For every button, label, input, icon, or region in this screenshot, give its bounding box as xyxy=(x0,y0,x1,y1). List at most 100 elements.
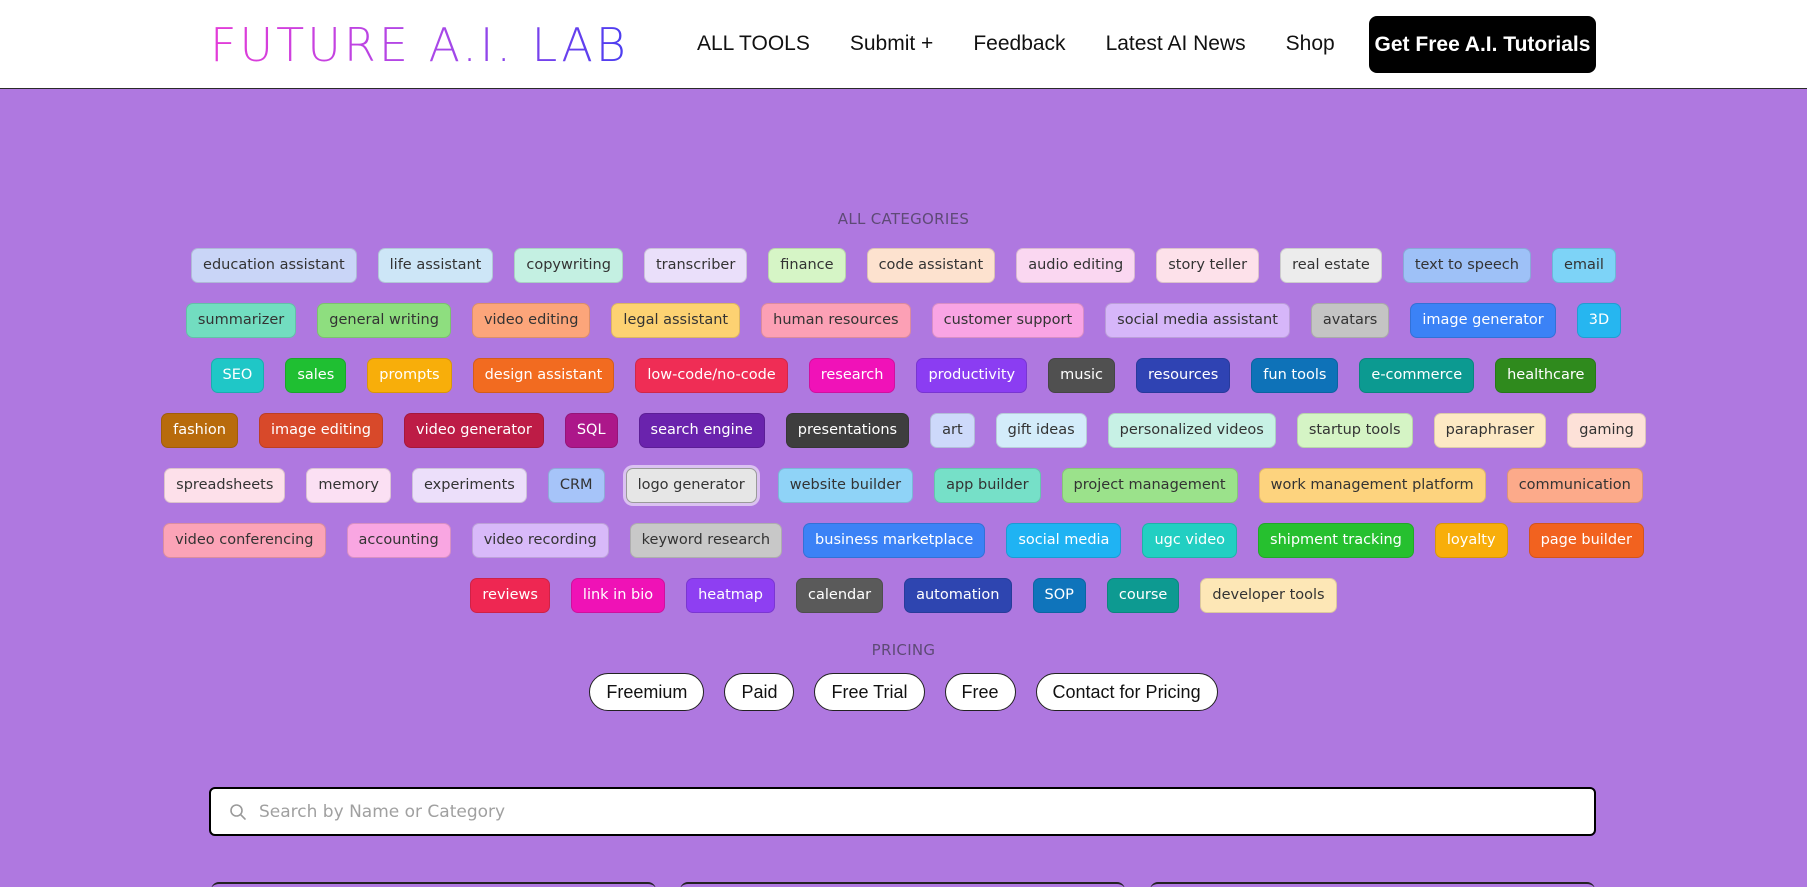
category-tag-design-assistant[interactable]: design assistant xyxy=(472,358,615,393)
category-tag-life-assistant[interactable]: life assistant xyxy=(377,248,494,283)
category-tag-finance[interactable]: finance xyxy=(768,248,846,283)
nav-latest-ai-news[interactable]: Latest AI News xyxy=(1106,27,1246,61)
category-row: fashion image editing video generator SQL se… xyxy=(161,413,1646,448)
category-tag-personalized-videos[interactable]: personalized videos xyxy=(1107,413,1276,448)
category-tag-3d[interactable]: 3D xyxy=(1576,303,1622,338)
category-tag-search-engine[interactable]: search engine xyxy=(638,413,765,448)
site-logo[interactable]: FUTURE A.I. LAB xyxy=(210,22,629,68)
category-tags: education assistant life assistant copywri… xyxy=(161,248,1646,613)
category-tag-reviews[interactable]: reviews xyxy=(470,578,550,613)
category-tag-text-to-speech[interactable]: text to speech xyxy=(1402,248,1531,283)
category-tag-work-management-platform[interactable]: work management platform xyxy=(1258,468,1486,503)
category-tag-avatars[interactable]: avatars xyxy=(1310,303,1390,338)
category-tag-fun-tools[interactable]: fun tools xyxy=(1251,358,1339,393)
category-tag-research[interactable]: research xyxy=(808,358,896,393)
site-header: FUTURE A.I. LAB ALL TOOLS Submit + Feedb… xyxy=(0,0,1807,89)
category-tag-resources[interactable]: resources xyxy=(1136,358,1231,393)
pricing-heading: PRICING xyxy=(871,641,936,659)
category-tag-story-teller[interactable]: story teller xyxy=(1156,248,1260,283)
category-tag-e-commerce[interactable]: e-commerce xyxy=(1359,358,1475,393)
category-tag-heatmap[interactable]: heatmap xyxy=(686,578,776,613)
category-tag-customer-support[interactable]: customer support xyxy=(931,303,1085,338)
category-tag-prompts[interactable]: prompts xyxy=(367,358,452,393)
category-tag-page-builder[interactable]: page builder xyxy=(1528,523,1644,558)
category-tag-social-media[interactable]: social media xyxy=(1006,523,1122,558)
search-input[interactable] xyxy=(259,791,1594,832)
category-tag-music[interactable]: music xyxy=(1048,358,1116,393)
category-tag-course[interactable]: course xyxy=(1106,578,1180,613)
category-tag-general-writing[interactable]: general writing xyxy=(317,303,451,338)
category-tag-experiments[interactable]: experiments xyxy=(412,468,527,503)
nav-feedback[interactable]: Feedback xyxy=(973,27,1065,61)
category-tag-calendar[interactable]: calendar xyxy=(796,578,884,613)
category-tag-video-recording[interactable]: video recording xyxy=(471,523,609,558)
category-row: reviews link in bio heatmap calendar automat… xyxy=(470,578,1337,613)
category-tag-fashion[interactable]: fashion xyxy=(161,413,238,448)
tool-card-edge xyxy=(1150,882,1595,887)
nav-submit[interactable]: Submit + xyxy=(850,27,933,61)
category-tag-app-builder[interactable]: app builder xyxy=(934,468,1041,503)
category-tag-copywriting[interactable]: copywriting xyxy=(514,248,623,283)
pricing-filter-freemium[interactable]: Freemium xyxy=(589,673,705,711)
pricing-filter-paid[interactable]: Paid xyxy=(724,673,795,711)
category-tag-audio-editing[interactable]: audio editing xyxy=(1016,248,1136,283)
nav-all-tools[interactable]: ALL TOOLS xyxy=(697,27,810,61)
category-tag-sop[interactable]: SOP xyxy=(1032,578,1086,613)
category-tag-legal-assistant[interactable]: legal assistant xyxy=(611,303,741,338)
category-tag-loyalty[interactable]: loyalty xyxy=(1434,523,1508,558)
category-tag-art[interactable]: art xyxy=(930,413,975,448)
category-tag-shipment-tracking[interactable]: shipment tracking xyxy=(1258,523,1414,558)
category-tag-education-assistant[interactable]: education assistant xyxy=(191,248,357,283)
category-tag-paraphraser[interactable]: paraphraser xyxy=(1433,413,1547,448)
category-tag-gift-ideas[interactable]: gift ideas xyxy=(995,413,1087,448)
category-tag-low-code-no-code[interactable]: low-code/no-code xyxy=(635,358,788,393)
category-tag-email[interactable]: email xyxy=(1551,248,1616,283)
category-tag-seo[interactable]: SEO xyxy=(210,358,265,393)
category-tag-ugc-video[interactable]: ugc video xyxy=(1142,523,1238,558)
category-tag-keyword-research[interactable]: keyword research xyxy=(629,523,783,558)
category-tag-automation[interactable]: automation xyxy=(904,578,1012,613)
pricing-filter-free[interactable]: Free xyxy=(944,673,1016,711)
pricing-filter-free-trial[interactable]: Free Trial xyxy=(814,673,925,711)
tool-card-edge xyxy=(211,882,656,887)
category-row: SEO sales prompts design assistant low-code/… xyxy=(210,358,1597,393)
category-tag-image-generator[interactable]: image generator xyxy=(1410,303,1556,338)
category-tag-healthcare[interactable]: healthcare xyxy=(1495,358,1597,393)
category-tag-logo-generator[interactable]: logo generator xyxy=(625,468,757,503)
category-tag-memory[interactable]: memory xyxy=(306,468,392,503)
category-tag-sales[interactable]: sales xyxy=(285,358,347,393)
category-tag-video-generator[interactable]: video generator xyxy=(404,413,544,448)
category-tag-gaming[interactable]: gaming xyxy=(1567,413,1646,448)
nav-shop[interactable]: Shop xyxy=(1286,27,1335,61)
category-tag-website-builder[interactable]: website builder xyxy=(777,468,914,503)
category-tag-video-editing[interactable]: video editing xyxy=(471,303,591,338)
get-tutorials-button[interactable]: Get Free A.I. Tutorials xyxy=(1369,16,1596,73)
pricing-filters: Freemium Paid Free Trial Free Contact for Pr… xyxy=(0,673,1807,711)
category-tag-accounting[interactable]: accounting xyxy=(346,523,451,558)
category-tag-link-in-bio[interactable]: link in bio xyxy=(570,578,666,613)
category-tag-business-marketplace[interactable]: business marketplace xyxy=(803,523,986,558)
category-row: video conferencing accounting video record… xyxy=(163,523,1644,558)
category-tag-summarizer[interactable]: summarizer xyxy=(185,303,297,338)
category-tag-crm[interactable]: CRM xyxy=(547,468,605,503)
category-tag-human-resources[interactable]: human resources xyxy=(761,303,911,338)
category-tag-real-estate[interactable]: real estate xyxy=(1280,248,1382,283)
category-row: spreadsheets memory experiments CRM logo gen… xyxy=(164,468,1643,503)
category-tag-startup-tools[interactable]: startup tools xyxy=(1296,413,1413,448)
category-tag-communication[interactable]: communication xyxy=(1506,468,1643,503)
category-row: education assistant life assistant copywri… xyxy=(191,248,1616,283)
category-tag-spreadsheets[interactable]: spreadsheets xyxy=(164,468,286,503)
category-tag-social-media-assistant[interactable]: social media assistant xyxy=(1105,303,1290,338)
category-tag-video-conferencing[interactable]: video conferencing xyxy=(163,523,326,558)
pricing-filter-contact-for-pricing[interactable]: Contact for Pricing xyxy=(1035,673,1218,711)
category-tag-image-editing[interactable]: image editing xyxy=(258,413,384,448)
category-tag-developer-tools[interactable]: developer tools xyxy=(1200,578,1337,613)
main-nav: ALL TOOLS Submit + Feedback Latest AI Ne… xyxy=(697,27,1335,61)
category-tag-presentations[interactable]: presentations xyxy=(785,413,910,448)
category-tag-productivity[interactable]: productivity xyxy=(916,358,1028,393)
category-tag-project-management[interactable]: project management xyxy=(1061,468,1238,503)
categories-heading: ALL CATEGORIES xyxy=(837,210,970,228)
category-tag-code-assistant[interactable]: code assistant xyxy=(866,248,996,283)
category-tag-sql[interactable]: SQL xyxy=(564,413,618,448)
category-tag-transcriber[interactable]: transcriber xyxy=(643,248,748,283)
